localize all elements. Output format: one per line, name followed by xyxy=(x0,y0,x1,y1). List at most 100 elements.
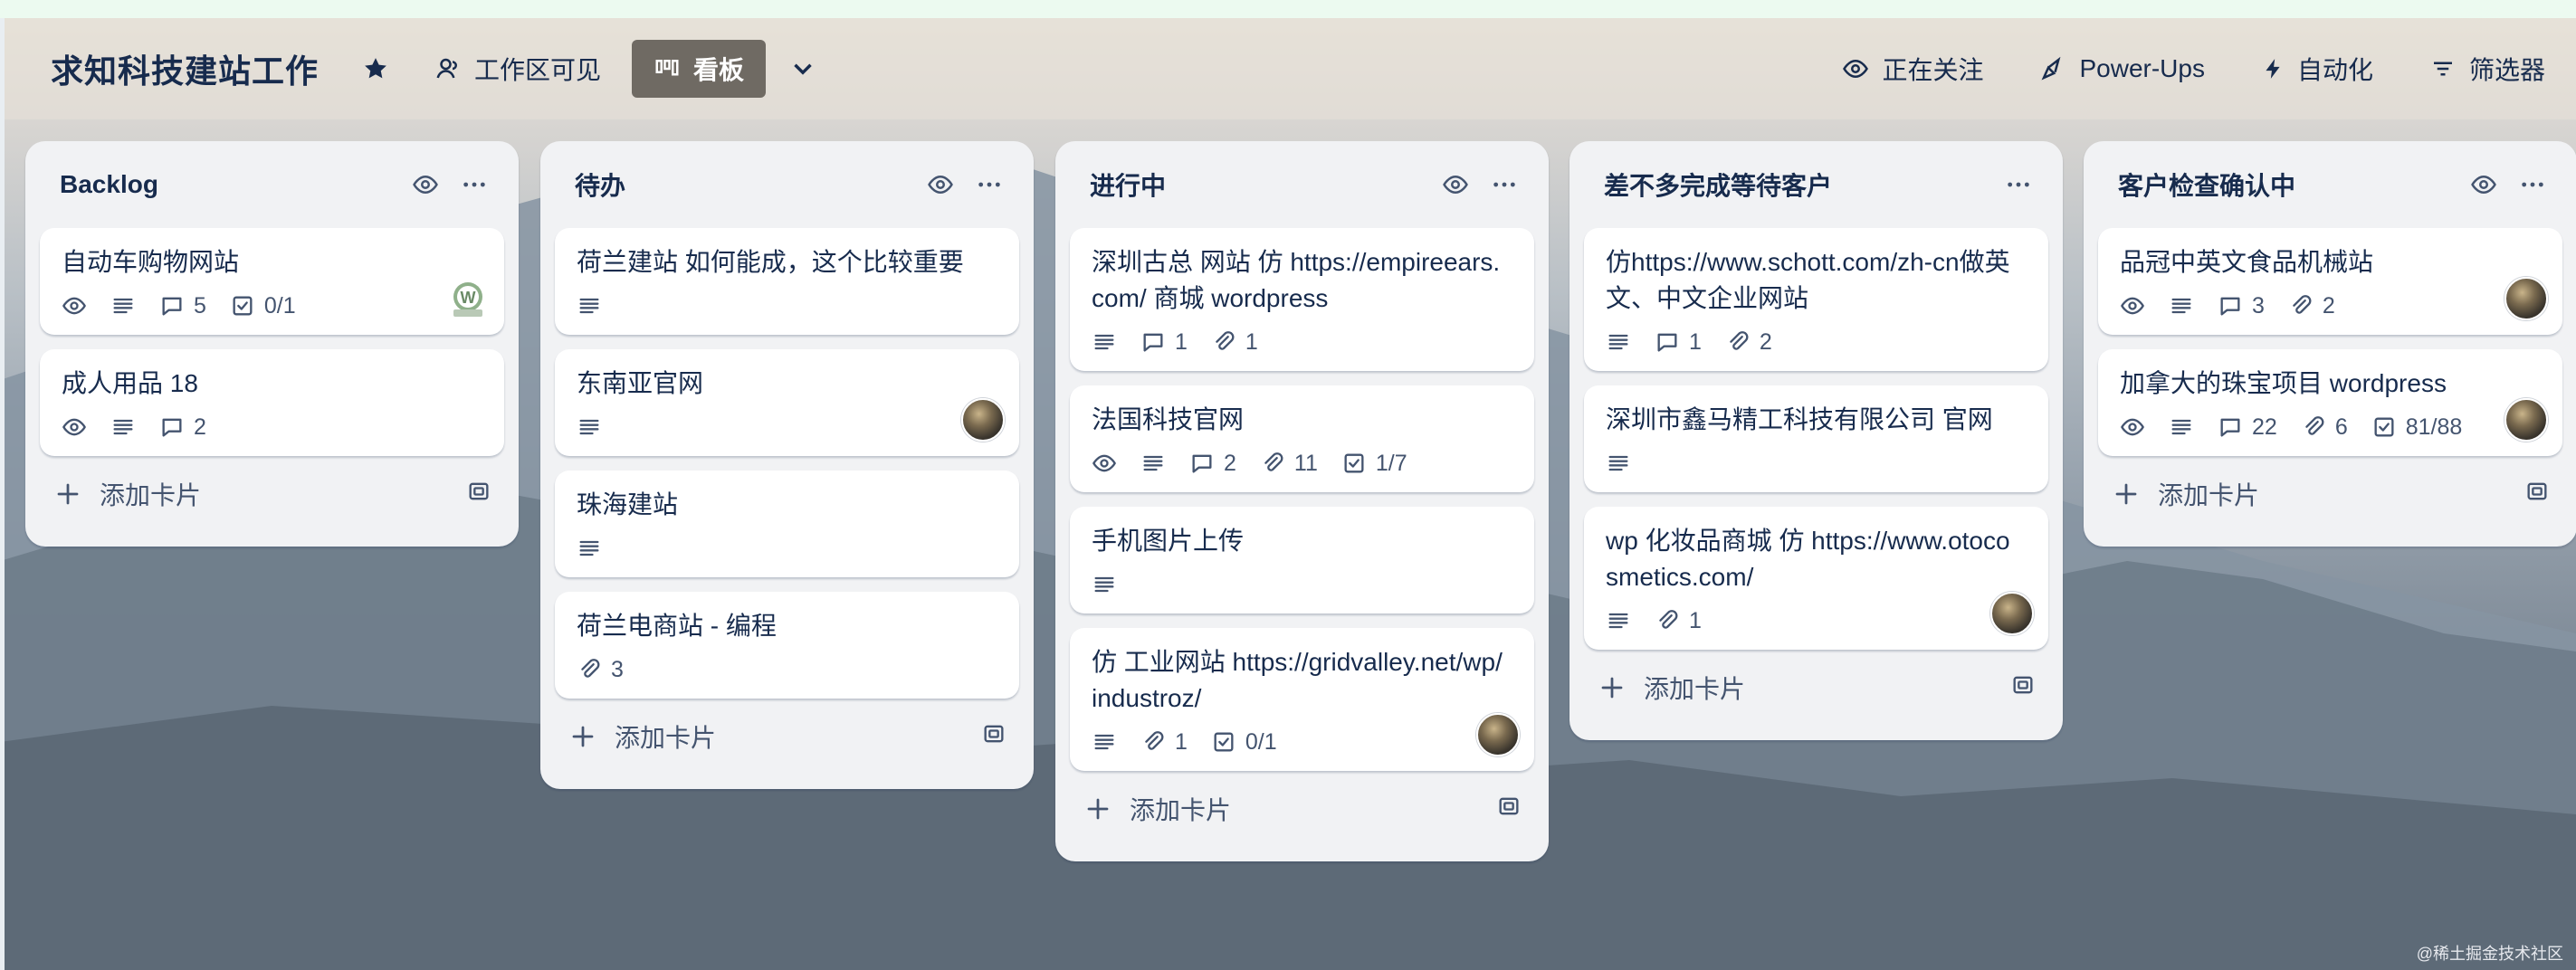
card[interactable]: 仿 工业网站 https://gridvalley.net/wp/industr… xyxy=(1070,628,1534,771)
create-from-template-button[interactable] xyxy=(466,479,491,510)
watching-icon xyxy=(2121,297,2144,315)
list-header: 客户检查确认中 xyxy=(2098,141,2562,228)
automation-button[interactable]: 自动化 xyxy=(2248,41,2386,97)
member-avatar[interactable] xyxy=(1990,592,2034,635)
card[interactable]: 荷兰电商站 - 编程 3 xyxy=(555,592,1019,699)
list-title[interactable]: 待办 xyxy=(575,166,916,203)
visibility-label: 工作区可见 xyxy=(474,56,602,84)
card[interactable]: 手机图片上传 xyxy=(1070,507,1534,613)
attachments-icon xyxy=(1730,331,1749,350)
attachments-count: 3 xyxy=(611,656,624,682)
star-button[interactable] xyxy=(353,41,398,97)
description-badge xyxy=(1606,329,1631,355)
view-switcher-button[interactable] xyxy=(775,41,831,97)
attachments-count: 6 xyxy=(2334,414,2348,440)
board-header: 求知科技建站工作 工作区可见 看板 正在关注 Power-Ups 自动化 筛选器 xyxy=(0,18,2576,119)
wordpress-logo-icon[interactable]: W xyxy=(446,277,490,320)
card-badges xyxy=(1606,449,2028,478)
create-from-template-button[interactable] xyxy=(981,721,1007,753)
create-from-template-button[interactable] xyxy=(1496,794,1522,825)
list-watch-button[interactable] xyxy=(1431,160,1480,209)
card[interactable]: 法国科技官网 2 11 1/7 xyxy=(1070,385,1534,492)
watch-button[interactable]: 正在关注 xyxy=(1829,41,1996,97)
card[interactable]: 深圳古总 网站 仿 https://empireears.com/ 商城 wor… xyxy=(1070,228,1534,371)
card[interactable]: 自动车购物网站 5 0/1 W xyxy=(40,228,504,335)
list-menu-button[interactable] xyxy=(2508,160,2557,209)
watch-label: 正在关注 xyxy=(1882,56,1984,84)
comments-count: 1 xyxy=(1175,328,1188,355)
card-title: 深圳古总 网站 仿 https://empireears.com/ 商城 wor… xyxy=(1092,248,1501,312)
list-title[interactable]: 差不多完成等待客户 xyxy=(1604,166,1994,203)
card-badges xyxy=(577,534,999,563)
list-title[interactable]: 进行中 xyxy=(1090,166,1431,203)
card-title: 荷兰建站 如何能成，这个比较重要 xyxy=(577,248,964,276)
visibility-button[interactable]: 工作区可见 xyxy=(422,41,614,97)
description-icon xyxy=(579,419,599,435)
card[interactable]: wp 化妆品商城 仿 https://www.otocosmetics.com/… xyxy=(1584,507,2048,650)
card[interactable]: 加拿大的珠宝项目 wordpress 22 6 81/88 xyxy=(2098,349,2562,456)
list-watch-button[interactable] xyxy=(2459,160,2508,209)
description-badge xyxy=(577,536,602,561)
list-column: 待办荷兰建站 如何能成，这个比较重要东南亚官网珠海建站荷兰电商站 - 编程 3 添加… xyxy=(540,141,1034,789)
add-card-label: 添加卡片 xyxy=(2158,481,2260,509)
plus-icon-wrap xyxy=(1598,674,1635,701)
list-watch-button[interactable] xyxy=(916,160,965,209)
member-avatar[interactable] xyxy=(2504,277,2548,320)
description-icon xyxy=(1608,455,1628,471)
add-card-button[interactable]: 添加卡片 xyxy=(555,699,1019,775)
create-from-template-button[interactable] xyxy=(2524,479,2550,510)
card[interactable]: 仿https://www.schott.com/zh-cn做英文、中文企业网站 1… xyxy=(1584,228,2048,371)
card[interactable]: 深圳市鑫马精工科技有限公司 官网 xyxy=(1584,385,2048,492)
card[interactable]: 成人用品 18 2 xyxy=(40,349,504,456)
watching-badge xyxy=(2120,414,2145,440)
description-badge xyxy=(2169,293,2194,319)
comments-count: 1 xyxy=(1689,328,1702,355)
list-title[interactable]: 客户检查确认中 xyxy=(2118,166,2459,203)
attachments-badge: 1 xyxy=(1655,608,1702,634)
plus-icon xyxy=(1601,677,1623,699)
watching-badge xyxy=(62,414,87,440)
attachments-icon xyxy=(1659,610,1678,629)
template-icon xyxy=(2527,482,2547,499)
comments-badge: 2 xyxy=(159,414,206,441)
card[interactable]: 荷兰建站 如何能成，这个比较重要 xyxy=(555,228,1019,335)
add-card-button[interactable]: 添加卡片 xyxy=(2098,456,2562,532)
comments-badge: 5 xyxy=(159,293,206,319)
card[interactable]: 品冠中英文食品机械站 3 2 xyxy=(2098,228,2562,335)
card[interactable]: 东南亚官网 xyxy=(555,349,1019,456)
attachments-icon xyxy=(581,659,600,678)
list-menu-button[interactable] xyxy=(965,160,1014,209)
member-avatar[interactable] xyxy=(1476,713,1520,756)
watching-badge xyxy=(62,293,87,319)
filter-button[interactable]: 筛选器 xyxy=(2417,41,2558,97)
add-card-button[interactable]: 添加卡片 xyxy=(1070,771,1534,847)
list-menu-button[interactable] xyxy=(450,160,499,209)
description-icon xyxy=(1094,576,1114,593)
powerups-button[interactable]: Power-Ups xyxy=(2027,41,2217,97)
board-title[interactable]: 求知科技建站工作 xyxy=(51,45,319,92)
more-icon xyxy=(978,182,1000,187)
card-title: 自动车购物网站 xyxy=(62,248,240,276)
member-avatar[interactable] xyxy=(961,398,1005,442)
list-menu-button[interactable] xyxy=(1480,160,1529,209)
attachments-badge: 2 xyxy=(1725,329,1772,356)
left-edge xyxy=(0,18,5,970)
top-strip xyxy=(0,0,2576,18)
list-title[interactable]: Backlog xyxy=(60,170,401,199)
card[interactable]: 珠海建站 xyxy=(555,471,1019,577)
comments-count: 5 xyxy=(194,292,206,319)
board-view-button[interactable]: 看板 xyxy=(632,40,767,98)
plus-icon xyxy=(572,726,594,747)
comments-count: 2 xyxy=(1224,450,1236,476)
list-watch-button[interactable] xyxy=(401,160,450,209)
create-from-template-button[interactable] xyxy=(2010,672,2036,704)
member-avatar[interactable] xyxy=(2504,398,2548,442)
add-card-button[interactable]: 添加卡片 xyxy=(1584,650,2048,726)
card-title: 成人用品 18 xyxy=(62,369,198,397)
card-title: 手机图片上传 xyxy=(1092,527,1245,555)
attachments-badge: 11 xyxy=(1260,451,1318,477)
card-badges xyxy=(577,413,999,442)
description-badge xyxy=(577,293,602,319)
add-card-button[interactable]: 添加卡片 xyxy=(40,456,504,532)
list-menu-button[interactable] xyxy=(1994,160,2043,209)
